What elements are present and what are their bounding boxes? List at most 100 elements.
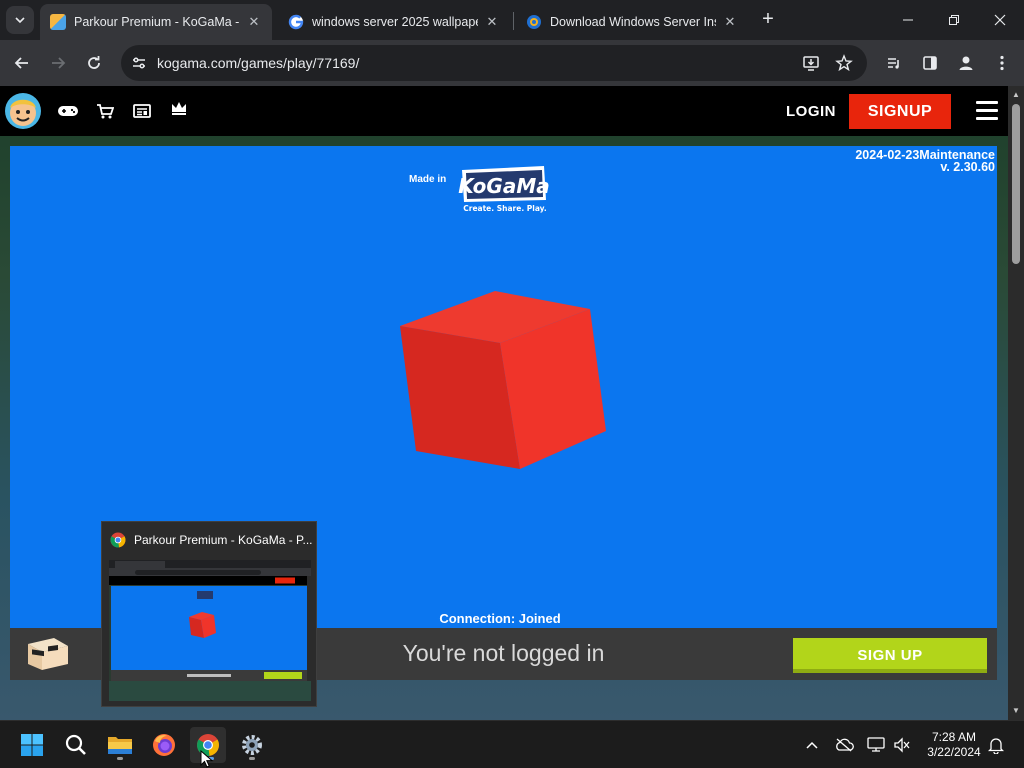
new-tab-button[interactable]: + [756, 8, 780, 32]
start-button[interactable] [14, 727, 50, 763]
settings-icon [242, 735, 262, 755]
chrome-icon [110, 532, 126, 548]
file-explorer-icon [108, 737, 132, 754]
browser-menu-button[interactable] [988, 49, 1016, 77]
kogama-navbar: LOGIN SIGNUP [0, 86, 1008, 136]
forward-button[interactable] [44, 49, 72, 77]
browser-tab-strip: Parkour Premium - KoGaMa - P ✕ windows s… [0, 0, 1024, 40]
nav-news-button[interactable] [130, 99, 154, 123]
mouse-cursor-icon [200, 750, 214, 768]
chevron-up-icon [806, 741, 818, 749]
windows-insider-favicon-icon [526, 14, 542, 30]
scroll-down-arrow-icon[interactable]: ▼ [1008, 704, 1024, 718]
bookmark-button[interactable] [832, 51, 856, 75]
nav-games-button[interactable] [56, 99, 80, 123]
close-tab-icon[interactable]: ✕ [246, 14, 262, 30]
network-tray-button[interactable] [866, 735, 886, 755]
url-text: kogama.com/games/play/77169/ [157, 55, 360, 71]
media-controls-icon [888, 58, 899, 69]
running-indicator [249, 757, 255, 760]
back-button[interactable] [8, 49, 36, 77]
reload-icon [88, 56, 100, 69]
windows-taskbar: 7:28 AM 3/22/2024 [0, 720, 1024, 768]
onedrive-tray-button[interactable] [834, 735, 854, 755]
signup-button[interactable]: SIGNUP [849, 94, 951, 129]
close-tab-icon[interactable]: ✕ [484, 14, 500, 30]
tab-title: windows server 2025 wallpaper [312, 15, 478, 29]
tab-title: Parkour Premium - KoGaMa - P [74, 15, 240, 29]
address-bar[interactable]: kogama.com/games/play/77169/ [121, 45, 867, 81]
more-vertical-icon [1000, 55, 1004, 71]
close-icon [994, 14, 1006, 26]
close-tab-icon[interactable]: ✕ [722, 14, 738, 30]
kogama-favicon-icon [50, 14, 66, 30]
volume-tray-button[interactable] [892, 735, 912, 755]
crown-icon [172, 102, 186, 115]
side-panel-icon [923, 56, 937, 70]
system-clock[interactable]: 7:28 AM 3/22/2024 [920, 730, 988, 760]
google-favicon-icon [288, 14, 304, 30]
tab-divider [513, 12, 514, 30]
taskbar-search-button[interactable] [58, 727, 94, 763]
clock-date: 3/22/2024 [927, 745, 981, 759]
login-link[interactable]: LOGIN [786, 103, 836, 120]
page-scrollbar[interactable]: ▲ ▼ [1008, 86, 1024, 720]
taskbar-window-preview[interactable]: Parkour Premium - KoGaMa - P... [101, 521, 317, 707]
restore-button[interactable] [934, 6, 974, 34]
taskbar-firefox[interactable] [146, 727, 182, 763]
reading-list-button[interactable] [880, 49, 908, 77]
version-line-2: v. 2.30.60 [940, 160, 995, 174]
profile-button[interactable] [952, 49, 980, 77]
newspaper-icon [133, 104, 151, 118]
search-icon [65, 734, 86, 755]
kogama-logo-avatar-icon[interactable] [4, 92, 42, 130]
start-icon [21, 734, 43, 756]
minimize-button[interactable] [888, 6, 928, 34]
nav-leaderboard-button[interactable] [167, 96, 191, 120]
side-panel-button[interactable] [916, 49, 944, 77]
volume-muted-icon [894, 737, 910, 753]
arrow-right-icon [52, 57, 66, 69]
restore-icon [949, 15, 959, 25]
taskbar-file-explorer[interactable] [102, 727, 138, 763]
notifications-button[interactable] [986, 735, 1006, 755]
cloud-off-icon [836, 738, 854, 752]
minimize-icon [903, 19, 913, 21]
show-hidden-icons-button[interactable] [802, 735, 822, 755]
kogama-logo: KoGaMa Create. Share. Play. [458, 160, 550, 214]
tab-search-button[interactable] [6, 6, 34, 34]
nav-shop-button[interactable] [93, 99, 117, 123]
tune-icon [133, 57, 145, 69]
kogama-tagline: Create. Share. Play. [463, 204, 547, 213]
network-icon [867, 737, 885, 752]
install-icon [803, 56, 819, 71]
scrollbar-thumb[interactable] [1012, 104, 1020, 264]
bell-icon [988, 738, 1004, 754]
tab-parkour-premium[interactable]: Parkour Premium - KoGaMa - P ✕ [40, 4, 272, 40]
clock-time: 7:28 AM [931, 730, 977, 744]
shopping-cart-icon [97, 104, 114, 119]
profile-icon [959, 56, 973, 70]
tab-title: Download Windows Server Insi [550, 15, 716, 29]
running-indicator [117, 757, 123, 760]
arrow-left-icon [14, 57, 28, 69]
version-info: 2024-02-23Maintenance v. 2.30.60 [855, 149, 995, 174]
hamburger-menu-icon[interactable] [976, 101, 998, 121]
firefox-icon [153, 734, 175, 756]
preview-title: Parkour Premium - KoGaMa - P... [134, 533, 313, 547]
kogama-logo-text: KoGaMa [458, 174, 549, 198]
red-cube [400, 291, 606, 469]
site-info-button[interactable] [127, 51, 151, 75]
made-in-label: Made in [409, 174, 447, 185]
star-icon [835, 54, 853, 72]
tab-download-windows-server[interactable]: Download Windows Server Insi ✕ [516, 4, 748, 40]
gamepad-icon [58, 106, 78, 116]
signup-green-button[interactable]: SIGN UP [793, 638, 987, 673]
install-app-button[interactable] [799, 51, 823, 75]
reload-button[interactable] [80, 49, 108, 77]
scroll-up-arrow-icon[interactable]: ▲ [1008, 88, 1024, 102]
tab-windows-wallpaper[interactable]: windows server 2025 wallpaper ✕ [278, 4, 510, 40]
chevron-down-icon [15, 17, 25, 24]
close-window-button[interactable] [980, 6, 1020, 34]
taskbar-settings[interactable] [234, 727, 270, 763]
